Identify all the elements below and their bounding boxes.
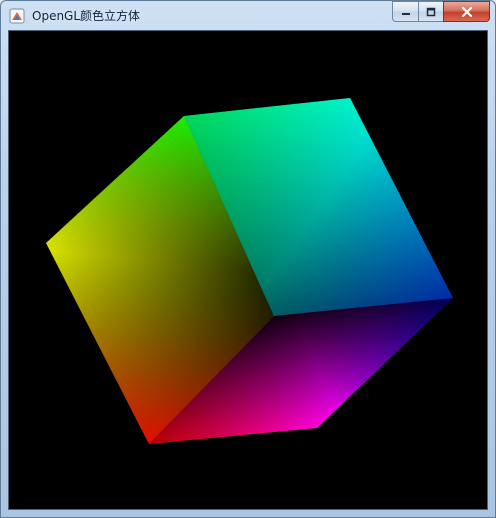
maximize-button[interactable] xyxy=(418,1,443,22)
close-button[interactable] xyxy=(443,1,490,22)
opengl-app-icon xyxy=(9,8,25,24)
title-bar[interactable]: OpenGL颜色立方体 xyxy=(1,1,495,29)
close-icon xyxy=(461,6,472,17)
color-cube xyxy=(46,98,453,444)
minimize-button[interactable] xyxy=(392,1,418,22)
maximize-icon xyxy=(426,7,436,16)
app-window: OpenGL颜色立方体 xyxy=(0,0,496,518)
window-title: OpenGL颜色立方体 xyxy=(32,9,141,23)
minimize-icon xyxy=(401,12,410,15)
opengl-canvas[interactable] xyxy=(8,30,488,510)
window-controls xyxy=(392,1,490,22)
